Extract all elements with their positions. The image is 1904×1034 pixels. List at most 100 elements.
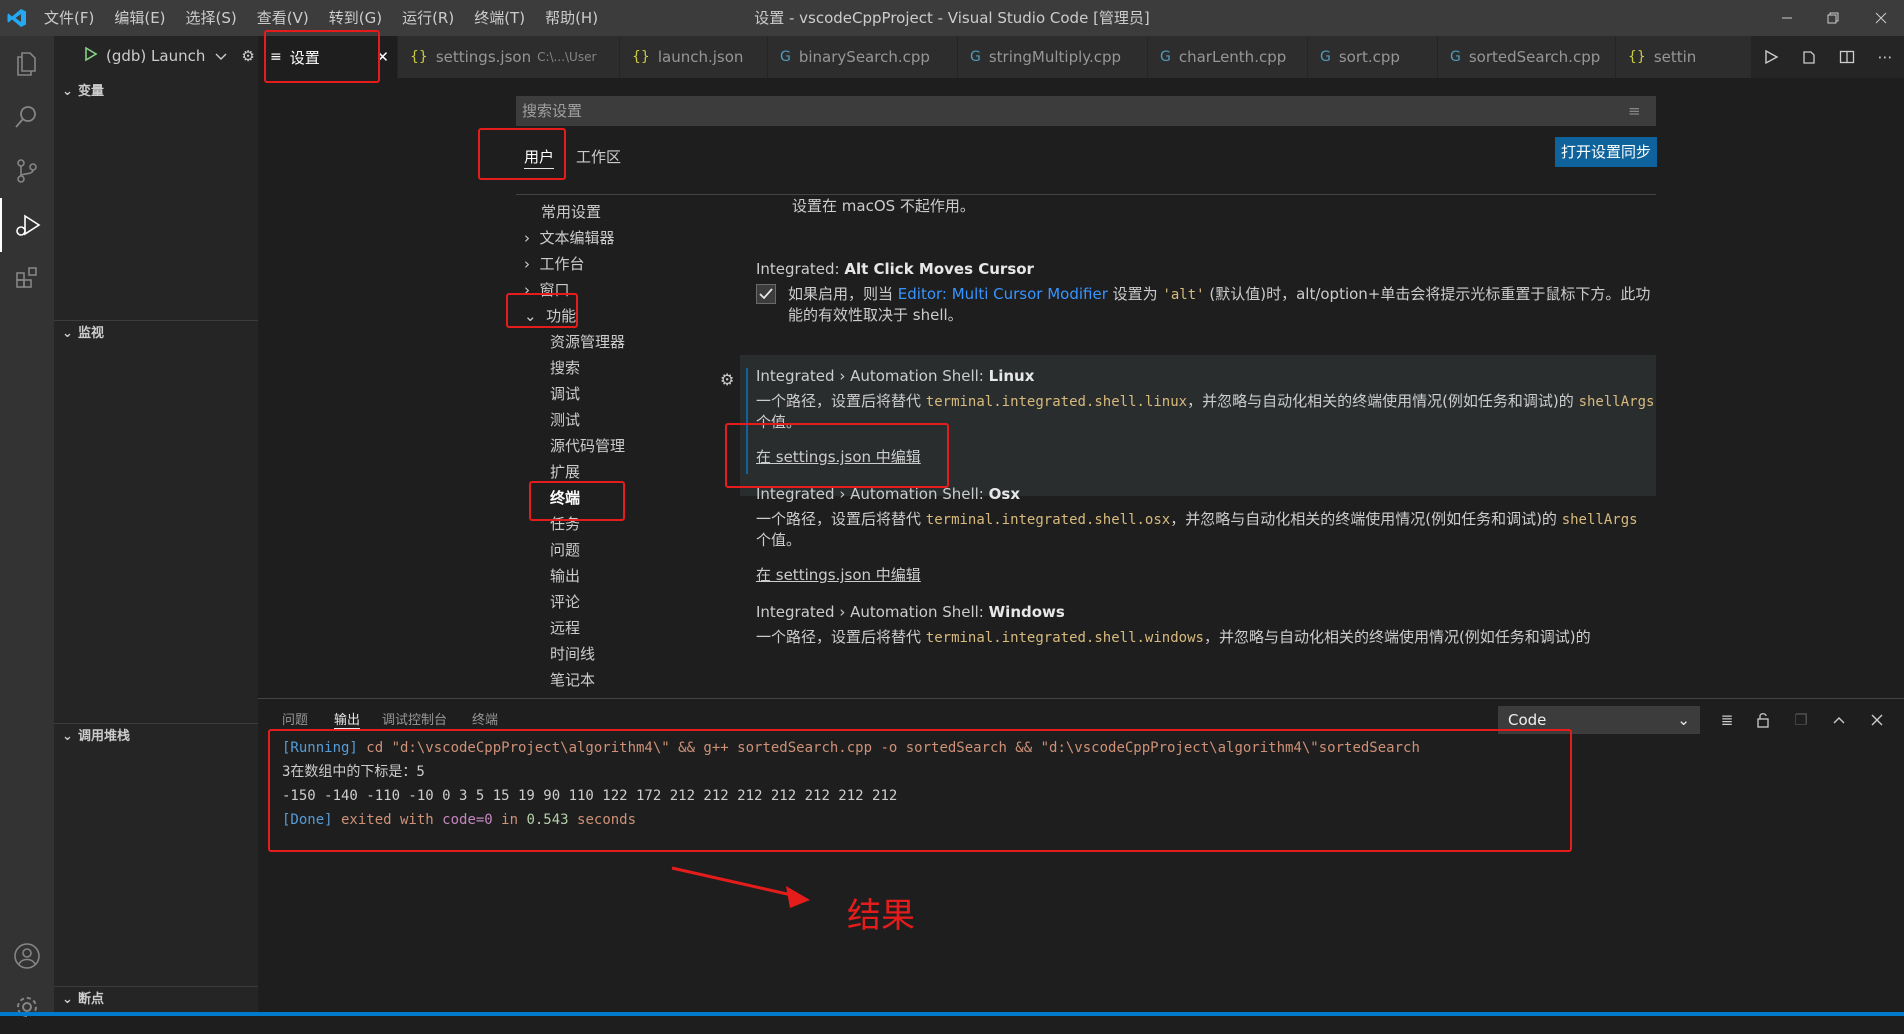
toc-text-editor[interactable]: › 文本编辑器 <box>524 227 615 248</box>
alt-click-checkbox[interactable] <box>756 284 776 304</box>
close-window-button[interactable] <box>1858 0 1904 36</box>
toc-label: 文本编辑器 <box>539 229 615 247</box>
setting-description: 设置在 macOS 不起作用。 <box>792 197 975 215</box>
clear-output-icon[interactable]: ≣ <box>1712 705 1742 735</box>
multi-cursor-modifier-link[interactable]: Editor: Multi Cursor Modifier <box>898 285 1108 303</box>
desc-text: 一个路径，设置后将替代 <box>756 392 926 410</box>
panel-tab-terminal[interactable]: 终端 <box>472 709 498 728</box>
section-watch-label: 监视 <box>78 326 105 341</box>
panel-tab-output[interactable]: 输出 <box>334 709 361 729</box>
debug-toolbar: (gdb) Launch ⚙ <box>54 36 258 76</box>
run-debug-icon[interactable] <box>0 198 54 252</box>
setting-name: Linux <box>988 367 1035 385</box>
setting-title: Integrated › Automation Shell: Windows <box>756 601 1656 623</box>
section-variables[interactable]: ⌄ 变量 <box>54 79 258 105</box>
search-icon[interactable] <box>0 90 54 144</box>
extensions-icon[interactable] <box>0 252 54 306</box>
menu-terminal[interactable]: 终端(T) <box>464 0 535 36</box>
toc-label: 工作台 <box>539 255 585 273</box>
toc-search[interactable]: 搜索 <box>550 357 580 378</box>
toc-comments[interactable]: 评论 <box>550 591 580 612</box>
tab-workspace[interactable]: 工作区 <box>576 146 621 168</box>
lock-scroll-icon[interactable] <box>1748 705 1778 735</box>
debug-settings-gear-icon[interactable]: ⚙ <box>241 47 254 65</box>
tab-sortedsearch[interactable]: GsortedSearch.cpp <box>1438 36 1616 78</box>
open-settings-json-icon[interactable] <box>1790 36 1828 78</box>
more-actions-icon[interactable]: ⋯ <box>1866 36 1904 78</box>
toc-testing[interactable]: 测试 <box>550 409 580 430</box>
tab-charlenth[interactable]: GcharLenth.cpp <box>1148 36 1308 78</box>
toc-timeline[interactable]: 时间线 <box>550 643 595 664</box>
explorer-icon[interactable] <box>0 36 54 90</box>
section-breakpoints[interactable]: ⌄ 断点 <box>54 987 258 1013</box>
start-debug-icon[interactable] <box>84 46 98 66</box>
chevron-down-icon[interactable] <box>215 47 227 65</box>
edit-in-settings-json-link[interactable]: 在 settings.json 中编辑 <box>756 564 921 585</box>
code-text: shellArgs <box>1578 394 1655 410</box>
account-icon[interactable] <box>0 929 54 983</box>
setting-desc-fragment: 设置在 macOS 不起作用。 <box>792 192 1692 216</box>
menu-file[interactable]: 文件(F) <box>34 0 104 36</box>
setting-automation-shell-osx: Integrated › Automation Shell: Osx 一个路径，… <box>756 483 1656 585</box>
panel-tab-problems[interactable]: 问题 <box>282 709 308 728</box>
tab-label: settin <box>1653 48 1697 66</box>
toc-common[interactable]: 常用设置 <box>541 201 601 222</box>
tab-stringmultiply[interactable]: GstringMultiply.cpp <box>958 36 1148 78</box>
vscode-logo-icon <box>0 0 34 36</box>
menu-help[interactable]: 帮助(H) <box>535 0 608 36</box>
braces-icon: {} <box>632 49 650 65</box>
panel-tab-debug-console[interactable]: 调试控制台 <box>382 709 447 728</box>
toc-problems[interactable]: 问题 <box>550 539 580 560</box>
desc-text: ，并忽略与自动化相关的终端使用情况(例如任务和调试)的 <box>1170 510 1562 528</box>
debug-config-select[interactable]: (gdb) Launch <box>106 47 205 65</box>
cpp-icon: G <box>1160 49 1171 65</box>
section-callstack[interactable]: ⌄ 调用堆栈 <box>54 724 258 750</box>
run-icon[interactable] <box>1752 36 1790 78</box>
annotation-box-terminal <box>529 481 625 521</box>
toc-extensions[interactable]: 扩展 <box>550 461 580 482</box>
section-watch[interactable]: ⌄ 监视 <box>54 321 258 347</box>
section-callstack-label: 调用堆栈 <box>78 729 131 744</box>
maximize-panel-icon[interactable] <box>1824 705 1854 735</box>
chevron-down-icon: ⌄ <box>1677 711 1690 729</box>
toc-explorer[interactable]: 资源管理器 <box>550 331 625 352</box>
toc-scm[interactable]: 源代码管理 <box>550 435 625 456</box>
tab-settings-json[interactable]: {} settings.json C:\...\User <box>398 36 620 78</box>
menu-edit[interactable]: 编辑(E) <box>104 0 175 36</box>
status-bar <box>0 1012 1904 1016</box>
source-control-icon[interactable] <box>0 144 54 198</box>
menu-selection[interactable]: 选择(S) <box>176 0 247 36</box>
split-editor-icon[interactable] <box>1828 36 1866 78</box>
filter-list-icon[interactable]: ≡ <box>1628 102 1641 120</box>
close-panel-icon[interactable] <box>1862 705 1892 735</box>
tab-binarysearch[interactable]: GbinarySearch.cpp <box>768 36 958 78</box>
setting-description: 如果启用，则当 Editor: Multi Cursor Modifier 设置… <box>788 284 1656 325</box>
setting-description: 一个路径，设置后将替代 terminal.integrated.shell.os… <box>756 509 1656 550</box>
debug-sidebar: (gdb) Launch ⚙ ⌄ 变量 ⌄ 监视 ⌄ 调用堆栈 ⌄ 断点 <box>54 36 258 1016</box>
setting-title: Integrated › Automation Shell: Linux <box>756 365 1656 387</box>
tab-label: binarySearch.cpp <box>798 48 930 66</box>
toc-output[interactable]: 输出 <box>550 565 580 586</box>
toc-notebook[interactable]: 笔记本 <box>550 669 595 690</box>
manage-gear-icon[interactable] <box>0 980 54 1034</box>
annotation-box-user-tab <box>478 128 566 180</box>
desc-text: 一个路径，设置后将替代 <box>756 510 926 528</box>
tab-sort[interactable]: Gsort.cpp <box>1308 36 1438 78</box>
checkmark-icon <box>759 288 773 300</box>
menu-run[interactable]: 运行(R) <box>392 0 464 36</box>
toc-debug[interactable]: 调试 <box>550 383 580 404</box>
tab-settings-json-2[interactable]: {} settin <box>1616 36 1752 78</box>
tab-launch-json[interactable]: {} launch.json <box>620 36 768 78</box>
annotation-box-features <box>506 293 578 328</box>
open-log-icon[interactable]: ❐ <box>1786 705 1816 735</box>
desc-text: ，并忽略与自动化相关的终端使用情况(例如任务和调试)的 <box>1187 392 1579 410</box>
restore-button[interactable] <box>1810 0 1856 36</box>
setting-gear-icon[interactable]: ⚙ <box>720 370 734 389</box>
desc-text: 设置为 <box>1107 285 1163 303</box>
settings-search-input[interactable]: 搜索设置 <box>516 96 1656 126</box>
minimize-button[interactable] <box>1764 0 1810 36</box>
tab-label: launch.json <box>657 48 744 66</box>
toc-workbench[interactable]: › 工作台 <box>524 253 585 274</box>
toc-remote[interactable]: 远程 <box>550 617 580 638</box>
settings-sync-button[interactable]: 打开设置同步 <box>1555 137 1657 167</box>
